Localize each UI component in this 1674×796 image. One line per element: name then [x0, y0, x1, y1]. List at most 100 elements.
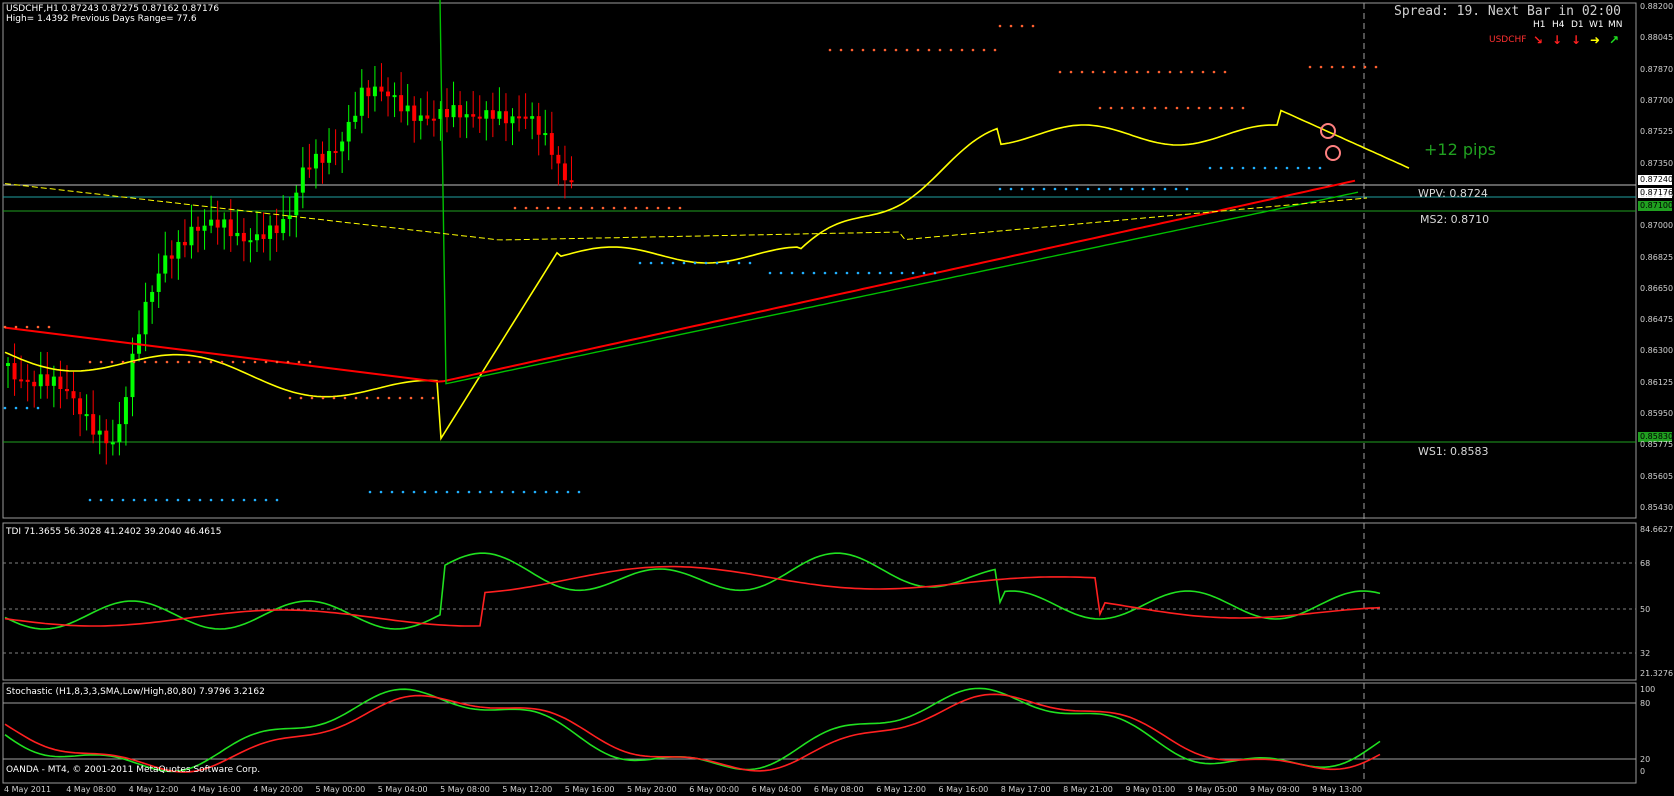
- fractal-dot: [1075, 187, 1079, 191]
- stoch-tick-2: 20: [1640, 755, 1651, 764]
- candle-body: [117, 424, 122, 443]
- candle-body: [64, 389, 69, 392]
- fractal-dot: [828, 48, 832, 52]
- panel-frame-0: [2, 2, 1637, 519]
- fractal-dot: [1330, 65, 1334, 69]
- candle-body: [110, 442, 115, 445]
- candle-body: [274, 225, 279, 234]
- tdi-tick-2: 50: [1640, 605, 1651, 614]
- candle-body: [340, 141, 345, 152]
- candle-body: [556, 154, 561, 164]
- fractal-dot: [264, 360, 268, 364]
- candle-body: [169, 255, 174, 259]
- price-tick-0: 0.88200: [1640, 2, 1674, 11]
- fractal-dot: [231, 498, 235, 502]
- fractal-dot: [911, 271, 915, 275]
- fractal-dot: [927, 48, 931, 52]
- fractal-dot: [998, 24, 1002, 28]
- fractal-dot: [1318, 166, 1322, 170]
- fractal-dot: [365, 396, 369, 400]
- fractal-dot: [667, 206, 671, 210]
- fractal-dot: [524, 206, 528, 210]
- fractal-dot: [209, 498, 213, 502]
- fractal-dot: [132, 360, 136, 364]
- range-info: High= 1.4392 Previous Days Range= 77.6: [6, 14, 197, 24]
- candle-body: [517, 116, 522, 119]
- fractal-dot: [220, 360, 224, 364]
- fractal-dot: [867, 271, 871, 275]
- fractal-dot: [1186, 106, 1190, 110]
- fractal-dot: [310, 396, 314, 400]
- candle-body: [451, 105, 456, 118]
- ms2-label: MS2: 0.8710: [1420, 213, 1490, 226]
- fractal-dot: [960, 48, 964, 52]
- fractal-dot: [894, 48, 898, 52]
- fractal-dot: [993, 48, 997, 52]
- fractal-dot: [779, 271, 783, 275]
- fractal-dot: [649, 261, 653, 265]
- fractal-dot: [332, 396, 336, 400]
- fractal-dot: [1201, 70, 1205, 74]
- fractal-dot: [737, 261, 741, 265]
- candle-body: [6, 363, 10, 366]
- candle-body: [386, 91, 391, 97]
- candle-body: [353, 115, 358, 122]
- fractal-dot: [1142, 106, 1146, 110]
- fractal-dot: [143, 498, 147, 502]
- time-tick-15: 6 May 16:00: [938, 785, 989, 794]
- fractal-dot: [1230, 166, 1234, 170]
- fractal-dot: [1053, 187, 1057, 191]
- fractal-dot: [99, 360, 103, 364]
- fractal-dot: [949, 48, 953, 52]
- candle-body: [399, 95, 404, 112]
- time-tick-5: 5 May 00:00: [315, 785, 366, 794]
- fractal-dot: [546, 206, 550, 210]
- fractal-dot: [1020, 24, 1024, 28]
- fractal-dot: [420, 396, 424, 400]
- fractal-dot: [297, 360, 301, 364]
- ws1-label: WS1: 0.8583: [1418, 445, 1489, 458]
- fractal-dot: [308, 360, 312, 364]
- time-tick-10: 5 May 20:00: [627, 785, 677, 794]
- mtf-arrow-icon: ↓: [1571, 33, 1582, 47]
- fractal-dot: [916, 48, 920, 52]
- price-tag-0: 0.87176: [1640, 188, 1674, 197]
- fractal-dot: [489, 490, 493, 494]
- fractal-dot: [938, 48, 942, 52]
- candle-body: [313, 153, 318, 169]
- fractal-dot: [1374, 65, 1378, 69]
- fractal-dot: [3, 406, 7, 410]
- candle-body: [241, 232, 246, 242]
- candle-body: [254, 234, 259, 241]
- candle-body: [287, 215, 292, 220]
- fractal-dot: [1153, 106, 1157, 110]
- price-tag-2: 0.87100: [1640, 201, 1674, 210]
- fractal-dot: [154, 360, 158, 364]
- fractal-dot: [889, 271, 893, 275]
- candle-body: [51, 376, 56, 386]
- fractal-dot: [682, 261, 686, 265]
- candle-body: [510, 116, 515, 124]
- time-tick-0: 4 May 2011: [4, 785, 52, 794]
- candle-body: [484, 110, 489, 119]
- price-tick-15: 0.85605: [1640, 471, 1674, 481]
- candle-body: [562, 163, 567, 181]
- fractal-dot: [187, 360, 191, 364]
- fractal-dot: [1174, 187, 1178, 191]
- fractal-dot: [88, 360, 92, 364]
- fractal-dot: [198, 360, 202, 364]
- fractal-dot: [1113, 70, 1117, 74]
- fractal-dot: [110, 360, 114, 364]
- fractal-dot: [601, 206, 605, 210]
- fractal-dot: [1168, 70, 1172, 74]
- candle-body: [497, 111, 502, 119]
- candle-body: [327, 151, 332, 163]
- chart-canvas[interactable]: [0, 0, 1674, 796]
- fractal-dot: [1285, 166, 1289, 170]
- fractal-dot: [850, 48, 854, 52]
- mtf-label-w1: W1: [1589, 20, 1604, 30]
- fractal-dot: [982, 48, 986, 52]
- candle-body: [405, 105, 410, 112]
- candle-body: [543, 133, 548, 136]
- fractal-dot: [726, 261, 730, 265]
